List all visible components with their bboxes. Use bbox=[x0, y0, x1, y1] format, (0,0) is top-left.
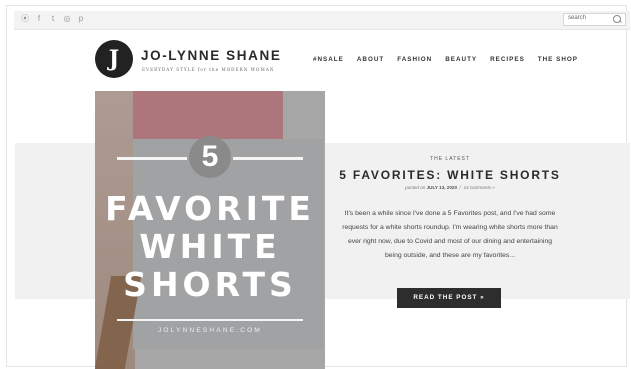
social-links: ⦿ f t ◎ p bbox=[21, 15, 85, 23]
search-input[interactable]: search bbox=[563, 13, 626, 26]
divider-right bbox=[233, 157, 303, 160]
divider-bottom bbox=[117, 319, 303, 321]
search-icon[interactable] bbox=[613, 15, 621, 23]
twitter-icon[interactable]: t bbox=[49, 15, 57, 23]
hero-line-1: FAVORITE bbox=[105, 189, 315, 228]
rss-icon[interactable]: ⦿ bbox=[21, 15, 29, 23]
site-tagline: EVERYDAY STYLE for the MODERN WOMAN bbox=[142, 67, 275, 72]
hero-line-2: WHITE bbox=[139, 227, 281, 266]
post-title[interactable]: 5 FAVORITES: WHITE SHORTS bbox=[330, 168, 570, 182]
nav-item-beauty[interactable]: BEAUTY bbox=[445, 56, 477, 63]
meta-prefix: posted on bbox=[405, 185, 426, 190]
nav-item-about[interactable]: ABOUT bbox=[357, 56, 384, 63]
hero-number: 5 bbox=[189, 136, 231, 178]
latest-post: THE LATEST 5 FAVORITES: WHITE SHORTS pos… bbox=[330, 143, 570, 308]
divider-left bbox=[117, 157, 187, 160]
comments-link[interactable]: 14 comments » bbox=[463, 185, 494, 190]
post-excerpt: It's been a while since I've done a 5 Fa… bbox=[342, 210, 558, 259]
read-post-button[interactable]: READ THE POST » bbox=[397, 288, 501, 308]
nav-item-fashion[interactable]: FASHION bbox=[397, 56, 432, 63]
hero-site-url: JOLYNNESHANE.COM bbox=[157, 327, 263, 334]
pinterest-icon[interactable]: p bbox=[77, 15, 85, 23]
hero-line-3: SHORTS bbox=[123, 265, 297, 304]
nav-item-nsale[interactable]: #NSALE bbox=[313, 56, 344, 63]
search-placeholder: search bbox=[568, 15, 587, 21]
main-nav: #NSALE ABOUT FASHION BEAUTY RECIPES THE … bbox=[313, 56, 578, 63]
nav-item-the-shop[interactable]: THE SHOP bbox=[538, 56, 578, 63]
logo-mark[interactable]: J bbox=[95, 40, 133, 78]
post-date: JULY 13, 2020 bbox=[426, 185, 458, 190]
post-meta: posted on JULY 13, 2020 / 14 comments » bbox=[330, 185, 570, 190]
meta-separator: / bbox=[459, 185, 461, 190]
top-bar: ⦿ f t ◎ p search bbox=[14, 11, 630, 30]
site-title[interactable]: JO-LYNNE SHANE bbox=[141, 48, 281, 63]
nav-item-recipes[interactable]: RECIPES bbox=[490, 56, 525, 63]
featured-image[interactable]: 5 FAVORITE WHITE SHORTS JOLYNNESHANE.COM bbox=[95, 91, 325, 369]
instagram-icon[interactable]: ◎ bbox=[63, 15, 71, 23]
post-kicker: THE LATEST bbox=[430, 156, 470, 162]
facebook-icon[interactable]: f bbox=[35, 15, 43, 23]
